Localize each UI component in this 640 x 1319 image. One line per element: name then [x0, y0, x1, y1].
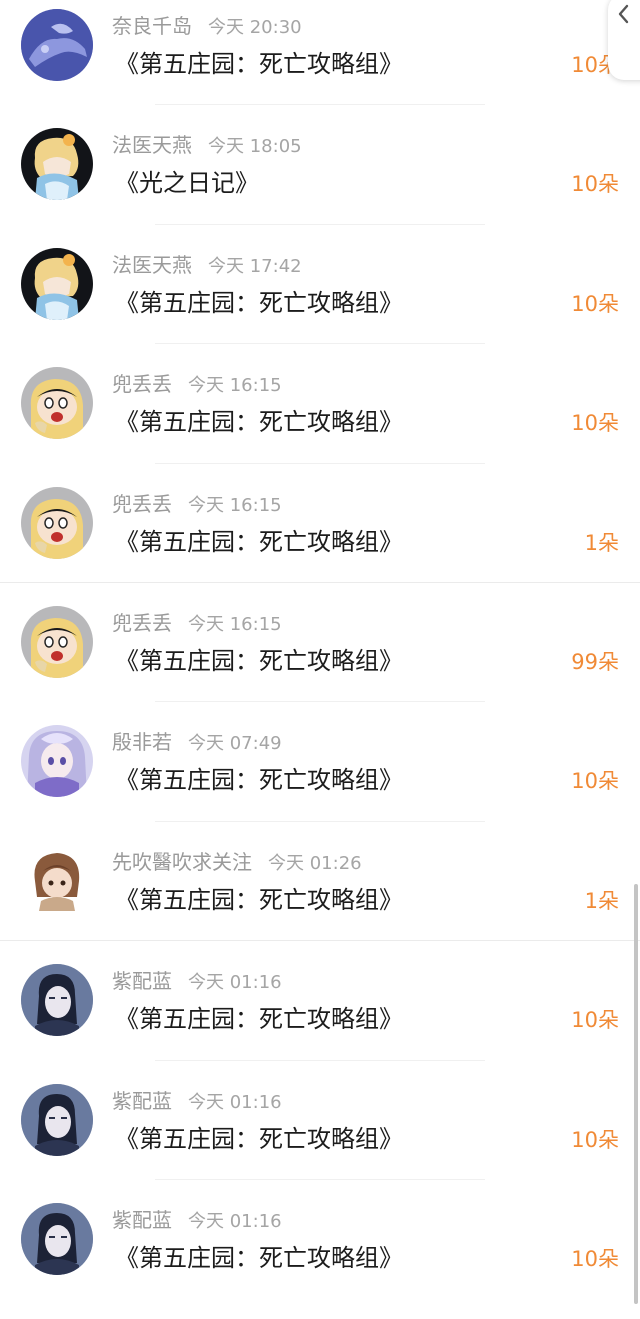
- username[interactable]: 紫配蓝: [112, 1208, 172, 1232]
- timestamp: 今天 17:42: [208, 255, 302, 277]
- list-item[interactable]: 紫配蓝 今天 01:16 《第五庄园：死亡攻略组》 10朵: [0, 1194, 640, 1313]
- book-title[interactable]: 《第五庄园：死亡攻略组》: [115, 1240, 403, 1276]
- avatar[interactable]: [21, 247, 93, 320]
- avatar[interactable]: [21, 367, 93, 440]
- item-meta: 兜丢丢 今天 16:15: [112, 490, 282, 518]
- timestamp: 今天 01:26: [268, 852, 362, 874]
- book-title[interactable]: 《第五庄园：死亡攻略组》: [115, 524, 403, 560]
- row-divider: [155, 820, 485, 822]
- timestamp: 今天 16:15: [188, 613, 282, 635]
- book-title[interactable]: 《第五庄园：死亡攻略组》: [115, 882, 403, 918]
- avatar[interactable]: [21, 486, 93, 559]
- username[interactable]: 法医天燕: [112, 253, 192, 277]
- username[interactable]: 先吹醫吹求关注: [112, 850, 252, 874]
- row-divider: [155, 462, 485, 464]
- username[interactable]: 兜丢丢: [112, 611, 172, 635]
- username[interactable]: 兜丢丢: [112, 372, 172, 396]
- timestamp: 今天 01:16: [188, 1210, 282, 1232]
- list-item[interactable]: 紫配蓝 今天 01:16 《第五庄园：死亡攻略组》 10朵: [0, 955, 640, 1074]
- avatar[interactable]: [21, 1083, 93, 1156]
- book-title[interactable]: 《光之日记》: [115, 165, 259, 201]
- row-divider: [155, 1178, 485, 1180]
- list-item[interactable]: 殷非若 今天 07:49 《第五庄园：死亡攻略组》 10朵: [0, 716, 640, 835]
- row-divider: [155, 1059, 485, 1061]
- item-meta: 兜丢丢 今天 16:15: [112, 609, 282, 637]
- item-meta: 紫配蓝 今天 01:16: [112, 1206, 282, 1234]
- gift-amount: 10朵: [571, 769, 619, 794]
- username[interactable]: 奈良千岛: [112, 14, 192, 38]
- row-divider: [155, 343, 485, 345]
- list-item[interactable]: 兜丢丢 今天 16:15 《第五庄园：死亡攻略组》 99朵: [0, 597, 640, 716]
- timestamp: 今天 20:30: [208, 17, 302, 38]
- list-item[interactable]: 奈良千岛 今天 20:30 《第五庄园：死亡攻略组》 10朵: [0, 0, 640, 119]
- row-divider: [155, 104, 485, 106]
- list-item[interactable]: 兜丢丢 今天 16:15 《第五庄园：死亡攻略组》 1朵: [0, 478, 640, 597]
- avatar[interactable]: [21, 725, 93, 798]
- list-item[interactable]: 紫配蓝 今天 01:16 《第五庄园：死亡攻略组》 10朵: [0, 1075, 640, 1194]
- gift-amount: 1朵: [584, 530, 619, 555]
- item-meta: 奈良千岛 今天 20:30: [112, 12, 302, 40]
- book-title[interactable]: 《第五庄园：死亡攻略组》: [115, 762, 403, 798]
- list-item[interactable]: 法医天燕 今天 18:05 《光之日记》 10朵: [0, 119, 640, 238]
- username[interactable]: 紫配蓝: [112, 969, 172, 993]
- timestamp: 今天 16:15: [188, 375, 282, 397]
- timestamp: 今天 16:15: [188, 494, 282, 516]
- row-divider: [0, 581, 640, 583]
- gift-amount: 99朵: [571, 649, 619, 674]
- book-title[interactable]: 《第五庄园：死亡攻略组》: [115, 285, 403, 321]
- row-divider: [155, 701, 485, 703]
- username[interactable]: 殷非若: [112, 730, 172, 754]
- avatar[interactable]: [21, 964, 93, 1037]
- timestamp: 今天 01:16: [188, 1091, 282, 1113]
- gift-amount: 10朵: [571, 291, 619, 316]
- avatar[interactable]: [21, 844, 93, 917]
- avatar[interactable]: [21, 128, 93, 201]
- book-title[interactable]: 《第五庄园：死亡攻略组》: [115, 1121, 403, 1157]
- item-meta: 紫配蓝 今天 01:16: [112, 967, 282, 995]
- timestamp: 今天 18:05: [208, 136, 302, 158]
- avatar[interactable]: [21, 1202, 93, 1275]
- item-meta: 法医天燕 今天 18:05: [112, 131, 302, 159]
- scrollbar[interactable]: [634, 884, 638, 1304]
- list-item[interactable]: 先吹醫吹求关注 今天 01:26 《第五庄园：死亡攻略组》 1朵: [0, 836, 640, 955]
- avatar[interactable]: [21, 605, 93, 678]
- list-item[interactable]: 法医天燕 今天 17:42 《第五庄园：死亡攻略组》 10朵: [0, 239, 640, 358]
- gift-amount: 10朵: [571, 1127, 619, 1152]
- item-meta: 先吹醫吹求关注 今天 01:26: [112, 848, 362, 876]
- gift-record-list: 奈良千岛 今天 20:30 《第五庄园：死亡攻略组》 10朵 法医天燕 今天 18:…: [0, 0, 640, 1313]
- item-meta: 兜丢丢 今天 16:15: [112, 370, 282, 398]
- gift-amount: 10朵: [571, 172, 619, 197]
- book-title[interactable]: 《第五庄园：死亡攻略组》: [115, 46, 403, 82]
- list-item[interactable]: 兜丢丢 今天 16:15 《第五庄园：死亡攻略组》 10朵: [0, 358, 640, 477]
- gift-amount: 10朵: [571, 1008, 619, 1033]
- avatar[interactable]: [21, 9, 93, 81]
- username[interactable]: 紫配蓝: [112, 1089, 172, 1113]
- timestamp: 今天 07:49: [188, 733, 282, 755]
- username[interactable]: 兜丢丢: [112, 492, 172, 516]
- item-meta: 紫配蓝 今天 01:16: [112, 1087, 282, 1115]
- username[interactable]: 法医天燕: [112, 133, 192, 157]
- gift-amount: 10朵: [571, 411, 619, 436]
- book-title[interactable]: 《第五庄园：死亡攻略组》: [115, 1001, 403, 1037]
- timestamp: 今天 01:16: [188, 972, 282, 994]
- back-button[interactable]: [608, 0, 640, 80]
- gift-amount: 10朵: [571, 1246, 619, 1271]
- item-meta: 法医天燕 今天 17:42: [112, 251, 302, 279]
- book-title[interactable]: 《第五庄园：死亡攻略组》: [115, 404, 403, 440]
- gift-amount: 1朵: [584, 888, 619, 913]
- row-divider: [0, 940, 640, 942]
- row-divider: [155, 223, 485, 225]
- book-title[interactable]: 《第五庄园：死亡攻略组》: [115, 643, 403, 679]
- item-meta: 殷非若 今天 07:49: [112, 728, 282, 756]
- chevron-left-icon: [618, 4, 629, 24]
